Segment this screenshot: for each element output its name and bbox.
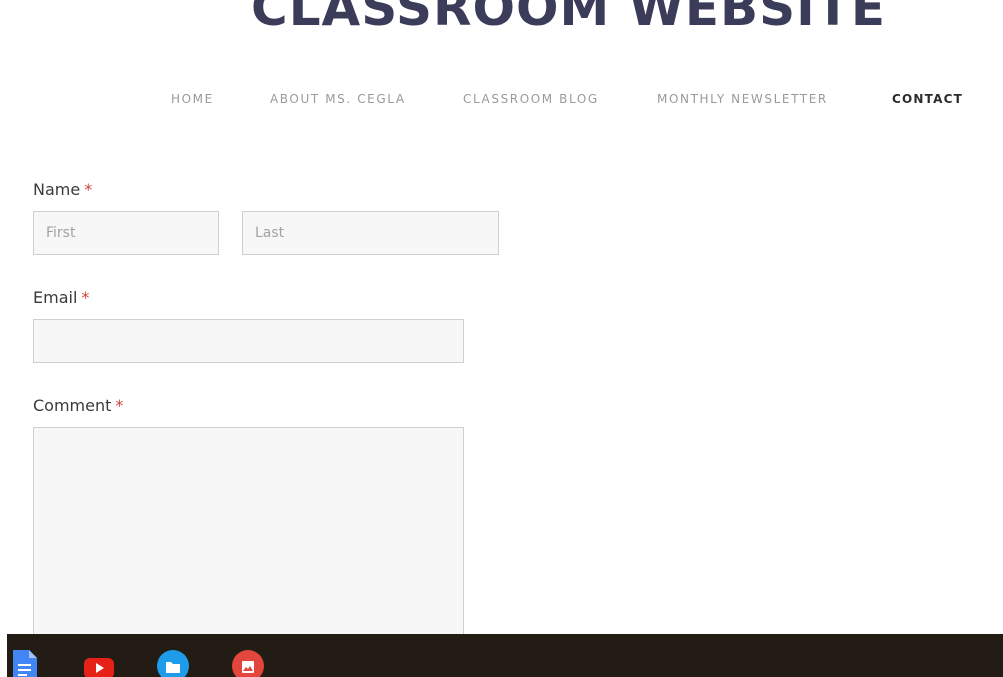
nav-item-contact[interactable]: CONTACT: [892, 92, 963, 106]
site-title: CLASSROOM WEBSITE: [251, 0, 886, 37]
files-icon[interactable]: [157, 650, 189, 677]
main-nav: HOME ABOUT MS. CEGLA CLASSROOM BLOG MONT…: [0, 92, 1003, 110]
email-label-text: Email: [33, 288, 78, 307]
os-shelf: [7, 634, 1003, 677]
page: CLASSROOM WEBSITE HOME ABOUT MS. CEGLA C…: [0, 0, 1003, 677]
name-label: Name *: [33, 180, 92, 199]
email-required-marker: *: [81, 288, 90, 307]
comment-label: Comment *: [33, 396, 123, 415]
nav-item-monthly-newsletter[interactable]: MONTHLY NEWSLETTER: [657, 92, 828, 106]
youtube-icon[interactable]: [83, 650, 115, 677]
nav-item-home[interactable]: HOME: [171, 92, 214, 106]
comment-required-marker: *: [115, 396, 124, 415]
gallery-icon[interactable]: [232, 650, 264, 677]
comment-textarea[interactable]: [33, 427, 464, 667]
first-name-input[interactable]: [33, 211, 219, 255]
comment-label-text: Comment: [33, 396, 112, 415]
nav-item-about[interactable]: ABOUT MS. CEGLA: [270, 92, 406, 106]
nav-item-classroom-blog[interactable]: CLASSROOM BLOG: [463, 92, 599, 106]
last-name-input[interactable]: [242, 211, 499, 255]
docs-icon[interactable]: [11, 650, 39, 677]
email-input[interactable]: [33, 319, 464, 363]
name-label-text: Name: [33, 180, 81, 199]
name-required-marker: *: [84, 180, 93, 199]
email-label: Email *: [33, 288, 89, 307]
